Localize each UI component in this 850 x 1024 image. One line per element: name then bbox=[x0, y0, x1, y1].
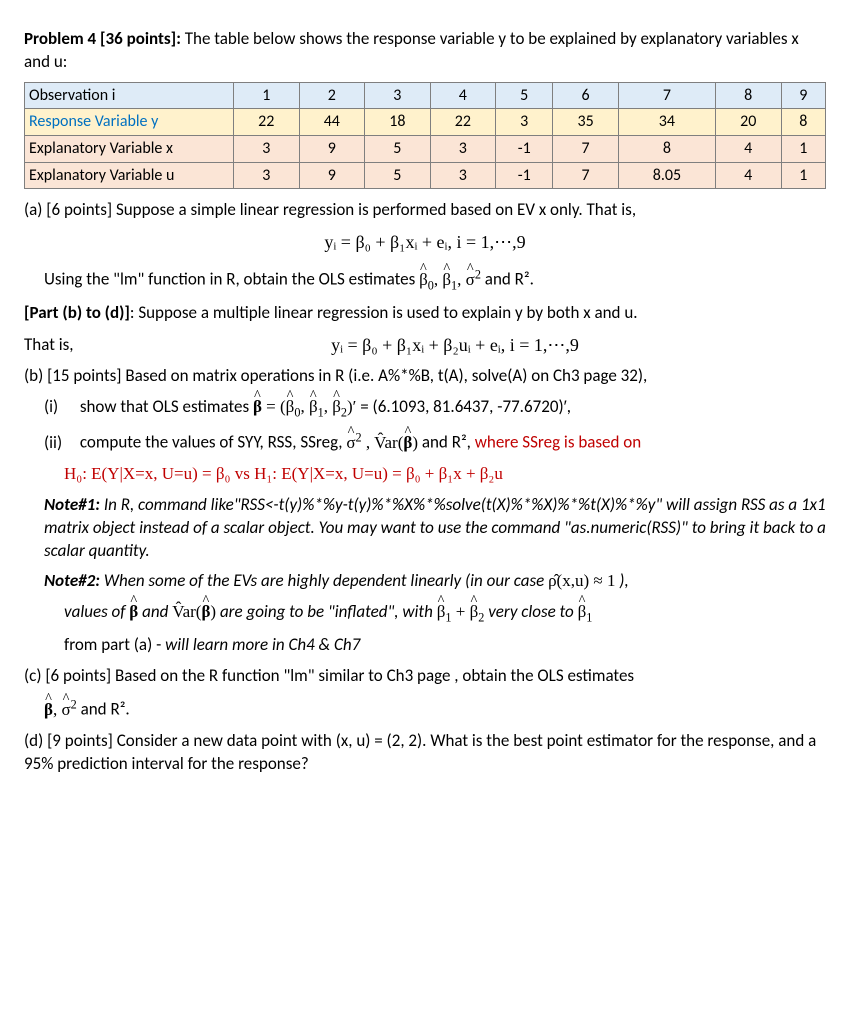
table-cell: -1 bbox=[496, 136, 553, 163]
table-cell: 5 bbox=[365, 162, 431, 189]
text: from part (a) - bbox=[64, 634, 165, 655]
text: : Suppose a multiple linear regression i… bbox=[130, 302, 638, 323]
table-row: Explanatory Variable u 3 9 5 3 -1 7 8.05… bbox=[25, 162, 826, 189]
table-row: Response Variable y 22 44 18 22 3 35 34 … bbox=[25, 109, 826, 136]
text: When some of the EVs are highly dependen… bbox=[100, 570, 548, 591]
table-cell: Observation i bbox=[25, 82, 234, 109]
table-cell: 4 bbox=[715, 136, 781, 163]
table-cell: 1 bbox=[781, 162, 826, 189]
rho-hat: ρ̂(x,u) ≈ 1 bbox=[548, 571, 615, 590]
text: compute the values of SYY, RSS, SSreg, bbox=[80, 432, 347, 453]
beta-hat-vector: β = (β0, β1, β2)′ bbox=[253, 397, 356, 416]
data-table: Observation i 1 2 3 4 5 6 7 8 9 Response… bbox=[24, 82, 826, 189]
c-symbols: β, σ2 bbox=[44, 700, 77, 719]
text: [Part (b) to (d)] bbox=[24, 302, 130, 323]
table-cell: 5 bbox=[496, 82, 553, 109]
text: values of bbox=[64, 601, 129, 622]
note-2: Note#2: When some of the EVs are highly … bbox=[44, 570, 826, 593]
text: show that OLS estimates bbox=[80, 396, 253, 417]
part-b-lead: (b) [15 points] Based on matrix operatio… bbox=[24, 365, 826, 388]
table-cell: 3 bbox=[234, 136, 300, 163]
part-a-equation: yᵢ = β₀ + β₁xᵢ + eᵢ, i = 1,⋯,9 bbox=[24, 230, 826, 254]
text: = (6.1093, 81.6437, -77.6720)′, bbox=[356, 396, 571, 417]
note-2-line-a: values of β and V̂ar(β) are going to be … bbox=[64, 601, 826, 626]
part-bd-equation: yᵢ = β₀ + β₁xᵢ + β₂uᵢ + eᵢ, i = 1,⋯,9 bbox=[84, 333, 826, 357]
table-cell: Explanatory Variable x bbox=[25, 136, 234, 163]
note-1: Note#1: In R, command like"RSS<-t(y)%*%y… bbox=[44, 494, 826, 563]
estimates-symbols: β0, β1, σ2 bbox=[419, 270, 481, 289]
text: In R, command like"RSS<-t(y)%*%y-t(y)%*%… bbox=[44, 494, 826, 561]
table-cell: 3 bbox=[496, 109, 553, 136]
text: where SSreg is based on bbox=[475, 432, 641, 453]
table-cell: 20 bbox=[715, 109, 781, 136]
text: and bbox=[142, 601, 172, 622]
b1-plus-b2: β1 + β2 bbox=[437, 602, 485, 621]
table-cell: 1 bbox=[781, 136, 826, 163]
text: Using the "lm" function in R, obtain the… bbox=[44, 269, 419, 290]
table-cell: 9 bbox=[299, 136, 365, 163]
text: will learn more in Ch4 & Ch7 bbox=[165, 634, 360, 655]
label: (ii) bbox=[44, 432, 76, 455]
note-2-line-b: from part (a) - will learn more in Ch4 &… bbox=[64, 634, 826, 657]
table-cell: 7 bbox=[553, 162, 619, 189]
var-beta-hat: V̂ar(β) bbox=[172, 602, 216, 621]
table-cell: 8 bbox=[618, 136, 715, 163]
table-cell: 44 bbox=[299, 109, 365, 136]
table-cell: 9 bbox=[299, 162, 365, 189]
table-row: Observation i 1 2 3 4 5 6 7 8 9 bbox=[25, 82, 826, 109]
part-b-ii: (ii) compute the values of SYY, RSS, SSr… bbox=[44, 429, 826, 455]
table-cell: 34 bbox=[618, 109, 715, 136]
text: and R², bbox=[422, 432, 475, 453]
table-cell: 3 bbox=[234, 162, 300, 189]
table-cell: 9 bbox=[781, 82, 826, 109]
part-b-ii-hypotheses: H₀: E(Y|X=x, U=u) = β₀ vs H₁: E(Y|X=x, U… bbox=[64, 463, 826, 486]
table-cell: 3 bbox=[430, 162, 496, 189]
text: and R². bbox=[77, 699, 130, 720]
text: and R². bbox=[485, 269, 534, 290]
text: very close to bbox=[488, 601, 577, 622]
part-d: (d) [9 points] Consider a new data point… bbox=[24, 730, 826, 776]
table-cell: 7 bbox=[553, 136, 619, 163]
problem-title-bold: Problem 4 [36 points]: bbox=[24, 28, 181, 49]
table-cell: 7 bbox=[618, 82, 715, 109]
table-cell: -1 bbox=[496, 162, 553, 189]
table-cell: 4 bbox=[430, 82, 496, 109]
table-cell: 8 bbox=[715, 82, 781, 109]
part-a-lead: (a) [6 points] Suppose a simple linear r… bbox=[24, 199, 826, 222]
text: That is, bbox=[24, 334, 84, 357]
b1-hat: β1 bbox=[578, 602, 593, 621]
table-cell: 5 bbox=[365, 136, 431, 163]
table-cell: Explanatory Variable u bbox=[25, 162, 234, 189]
table-cell: 2 bbox=[299, 82, 365, 109]
part-b-i: (i) show that OLS estimates β = (β0, β1,… bbox=[44, 396, 826, 421]
table-row: Explanatory Variable x 3 9 5 3 -1 7 8 4 … bbox=[25, 136, 826, 163]
sigma2-varbeta: σ2 , V̂ar(β) bbox=[346, 433, 418, 452]
table-cell: 18 bbox=[365, 109, 431, 136]
table-cell: 35 bbox=[553, 109, 619, 136]
table-cell: 3 bbox=[430, 136, 496, 163]
part-c: (c) [6 points] Based on the R function "… bbox=[24, 665, 826, 688]
part-bd-lead: [Part (b) to (d)]: Suppose a multiple li… bbox=[24, 302, 826, 325]
part-c-line2: β, σ2 and R². bbox=[44, 696, 826, 722]
text: Note#2: bbox=[44, 570, 100, 591]
table-cell: 22 bbox=[430, 109, 496, 136]
text: Note#1: bbox=[44, 494, 100, 515]
part-bd-equation-line: That is, yᵢ = β₀ + β₁xᵢ + β₂uᵢ + eᵢ, i =… bbox=[24, 333, 826, 357]
beta-hat-bold: β bbox=[129, 602, 138, 621]
table-cell: 8.05 bbox=[618, 162, 715, 189]
table-cell: 4 bbox=[715, 162, 781, 189]
problem-heading: Problem 4 [36 points]: The table below s… bbox=[24, 28, 826, 74]
table-cell: 3 bbox=[365, 82, 431, 109]
table-cell: 6 bbox=[553, 82, 619, 109]
table-cell: Response Variable y bbox=[25, 109, 234, 136]
text: ), bbox=[615, 570, 628, 591]
text: (c) [6 points] Based on the R function "… bbox=[24, 665, 634, 686]
label: (i) bbox=[44, 396, 76, 419]
table-cell: 8 bbox=[781, 109, 826, 136]
table-cell: 22 bbox=[234, 109, 300, 136]
table-cell: 1 bbox=[234, 82, 300, 109]
part-a-using: Using the "lm" function in R, obtain the… bbox=[44, 266, 826, 294]
text: are going to be "inflated", with bbox=[220, 601, 437, 622]
